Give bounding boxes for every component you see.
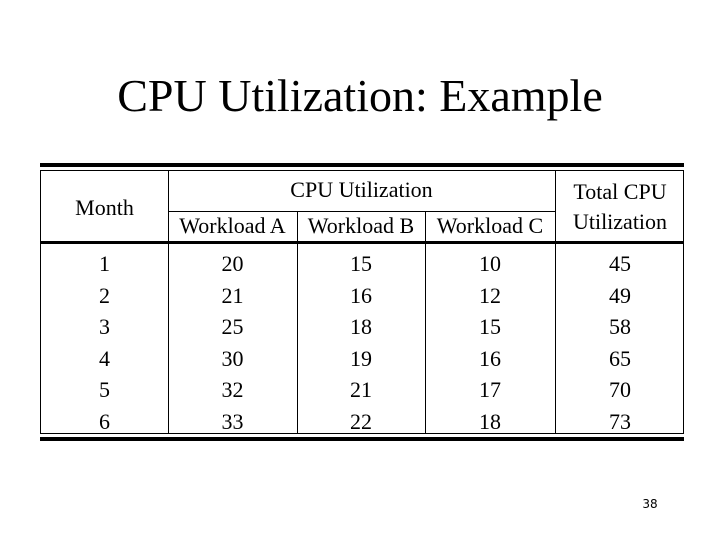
table-cell: 21 (221, 282, 244, 308)
column-workload-a: 20 21 25 30 32 33 (168, 248, 297, 437)
table-cell: 6 (99, 408, 110, 434)
table-cell: 33 (221, 408, 244, 434)
table-cell: 15 (479, 314, 501, 339)
table-cell: 58 (609, 314, 631, 339)
table-cell: 15 (350, 251, 372, 276)
table-cell: 16 (479, 345, 501, 371)
table-cell: 22 (350, 408, 372, 434)
table-cell: 49 (609, 282, 631, 308)
table-bottom-rule (40, 437, 684, 441)
table-cell: 25 (221, 314, 244, 339)
column-workload-c: 10 12 15 16 17 18 (425, 248, 555, 437)
cpu-utilization-table: Month CPU Utilization Workload A Workloa… (40, 170, 684, 434)
table-cell: 17 (479, 377, 501, 402)
table-cell: 30 (221, 345, 244, 371)
table-cell: 12 (479, 282, 501, 308)
table-cell: 65 (609, 345, 631, 371)
page-number: 38 (642, 497, 658, 511)
column-total: 45 49 58 65 70 73 (555, 248, 685, 437)
header-rule (41, 241, 683, 244)
header-cpu-utilization: CPU Utilization (290, 177, 433, 202)
table-top-rule (40, 163, 684, 167)
header-workload-b: Workload B (307, 213, 415, 238)
table-cell: 2 (99, 282, 110, 308)
header-month: Month (75, 195, 134, 220)
table-cell: 18 (479, 408, 501, 434)
table-cell: 5 (99, 377, 110, 402)
column-month: 1 2 3 4 5 6 (41, 248, 168, 437)
table-cell: 32 (221, 377, 244, 402)
table-cell: 18 (350, 314, 372, 339)
column-workload-b: 15 16 18 19 21 22 (297, 248, 425, 437)
table-cell: 20 (221, 251, 244, 276)
table-cell: 70 (609, 377, 631, 402)
table-cell: 19 (350, 345, 372, 371)
table-cell: 10 (479, 251, 501, 276)
slide-title: CPU Utilization: Example (117, 70, 603, 121)
group-header-divider (168, 211, 555, 212)
table-cell: 1 (99, 251, 110, 276)
header-workload-a: Workload A (179, 213, 286, 238)
table-cell: 3 (99, 314, 110, 339)
header-total-line2: Utilization (572, 209, 668, 234)
header-workload-c: Workload C (436, 213, 544, 238)
table-cell: 21 (350, 377, 372, 402)
table-cell: 45 (609, 251, 631, 276)
table-cell: 4 (99, 345, 110, 371)
header-total-line1: Total CPU (573, 179, 667, 204)
table-cell: 73 (609, 408, 631, 434)
table-cell: 16 (350, 282, 372, 308)
